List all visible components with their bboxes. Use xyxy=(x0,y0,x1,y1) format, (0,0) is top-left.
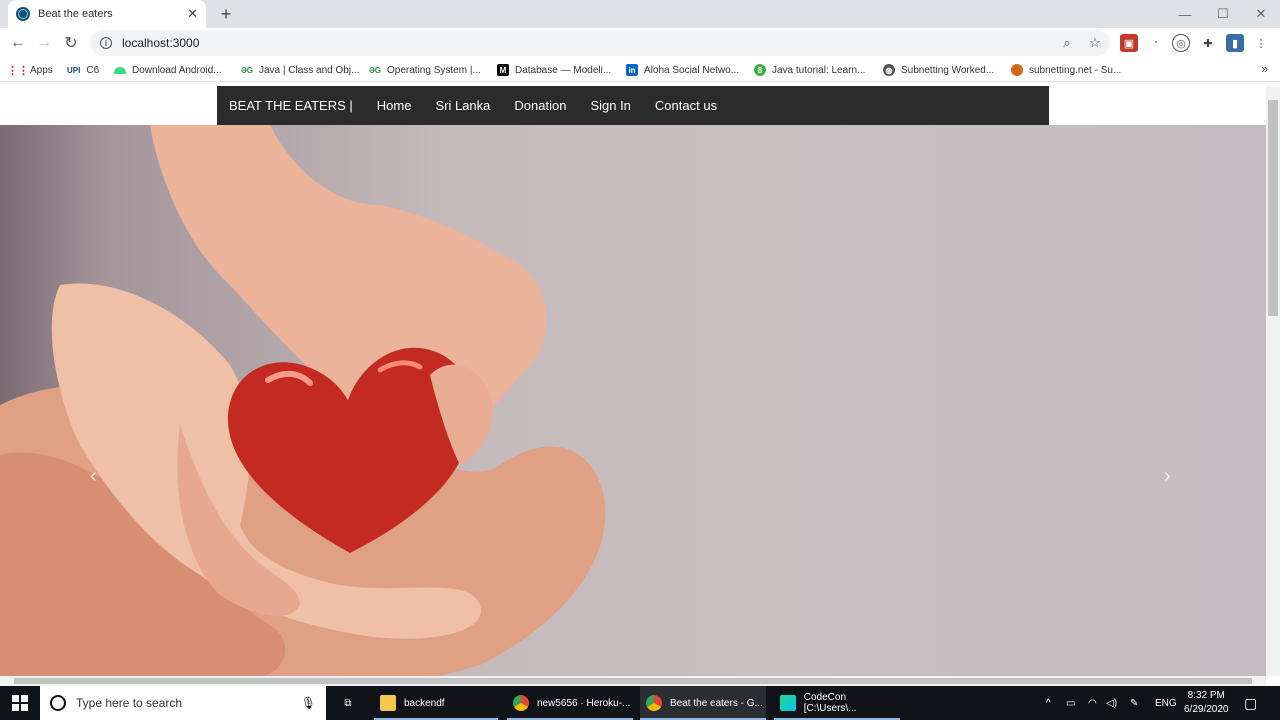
task-view-icon[interactable]: ⧉ xyxy=(336,686,360,720)
reload-button[interactable]: ↻ xyxy=(59,31,83,55)
nav-home[interactable]: Home xyxy=(377,98,412,113)
volume-icon[interactable]: ◁) xyxy=(1106,686,1117,720)
microphone-icon[interactable]: 🎙 xyxy=(301,696,316,710)
address-bar[interactable]: i localhost:3000 ⌕ ☆ xyxy=(90,30,1110,56)
more-bookmarks-icon[interactable]: » xyxy=(1261,62,1268,76)
extension-gray-icon[interactable]: ◔ xyxy=(1146,34,1164,52)
site-brand[interactable]: BEAT THE EATERS | xyxy=(229,98,353,113)
tab-strip: Beat the eaters ✕ + — ☐ ✕ xyxy=(0,0,1280,28)
gfg-icon: ƏG xyxy=(240,65,254,75)
vertical-scrollbar[interactable] xyxy=(1266,86,1280,676)
react-favicon-icon xyxy=(16,7,30,21)
wifi-icon[interactable]: ◠ xyxy=(1088,686,1097,720)
nav-donation[interactable]: Donation xyxy=(514,98,566,113)
nav-contact-us[interactable]: Contact us xyxy=(655,98,717,113)
windows-taskbar: Type here to search 🎙 ⧉ backendf new5656… xyxy=(0,686,1280,720)
forward-button[interactable]: → xyxy=(32,31,56,55)
android-icon xyxy=(114,66,126,74)
maximize-button[interactable]: ☐ xyxy=(1204,0,1242,28)
taskbar-search[interactable]: Type here to search 🎙 xyxy=(40,686,326,720)
search-placeholder: Type here to search xyxy=(76,696,183,710)
bookmark-subnetting-worked[interactable]: ◍ Subnetting Worked... xyxy=(883,62,994,78)
task-beat-the-eaters[interactable]: Beat the eaters - G... xyxy=(640,686,766,720)
profile-icon[interactable]: ▮ xyxy=(1226,34,1244,52)
menu-icon[interactable]: ⋮ xyxy=(1252,34,1270,52)
bookmark-android[interactable]: Download Android... xyxy=(114,62,222,78)
task-backendf[interactable]: backendf xyxy=(374,686,498,720)
page-viewport: BEAT THE EATERS | Home Sri Lanka Donatio… xyxy=(0,86,1266,676)
extension-red-icon[interactable]: ▣ xyxy=(1120,34,1138,52)
folder-icon xyxy=(380,695,396,711)
url-text: localhost:3000 xyxy=(122,36,200,50)
hands-heart-image xyxy=(0,125,606,676)
tray-chevron-icon[interactable]: ^ xyxy=(1046,686,1051,720)
extension-circle-icon[interactable]: ◎ xyxy=(1172,34,1190,52)
bookmark-aloha[interactable]: in Aloha Social Netwo... xyxy=(626,62,739,78)
bookmark-apps[interactable]: ⋮⋮ Apps xyxy=(7,62,53,78)
task-heroku[interactable]: new5656 · Heroku-... xyxy=(507,686,633,720)
info-icon[interactable]: i xyxy=(100,37,112,49)
back-button[interactable]: ← xyxy=(6,31,30,55)
gfg-icon: ƏG xyxy=(368,65,382,75)
pen-icon[interactable]: ✎ xyxy=(1130,686,1138,720)
hero-carousel: ‹ › xyxy=(0,125,1266,676)
browser-toolbar: ← → ↻ i localhost:3000 ⌕ ☆ ▣ ◔ ◎ ✚ ▮ ⋮ xyxy=(0,28,1280,58)
language-indicator[interactable]: ENG xyxy=(1155,686,1177,720)
bookmark-os[interactable]: ƏG Operating System |... xyxy=(369,62,481,78)
scrollbar-thumb[interactable] xyxy=(1268,100,1278,316)
windows-logo-icon xyxy=(12,695,28,711)
new-tab-button[interactable]: + xyxy=(214,2,238,26)
tab-title: Beat the eaters xyxy=(38,8,113,20)
linkedin-icon: in xyxy=(626,64,638,76)
clock-time: 8:32 PM xyxy=(1187,690,1225,701)
hscrollbar-thumb[interactable] xyxy=(14,678,1252,684)
bookmark-star-icon[interactable]: ☆ xyxy=(1084,30,1106,56)
site-navbar: BEAT THE EATERS | Home Sri Lanka Donatio… xyxy=(217,86,1049,125)
bookmark-c6[interactable]: UPI C6 xyxy=(67,62,99,78)
globe-green-icon: 8 xyxy=(754,64,766,76)
carousel-next-icon[interactable]: › xyxy=(1164,465,1171,488)
upi-icon: UPI xyxy=(67,65,81,75)
notifications-icon[interactable]: ▢ xyxy=(1244,686,1257,720)
battery-icon[interactable]: ▭ xyxy=(1066,686,1075,720)
horizontal-scrollbar[interactable] xyxy=(0,676,1266,686)
apps-grid-icon: ⋮⋮ xyxy=(7,64,29,77)
ball-icon xyxy=(1011,64,1023,76)
start-button[interactable] xyxy=(0,686,40,720)
task-codecon[interactable]: CodeCon [C:\Users\... xyxy=(774,686,900,720)
nav-sri-lanka[interactable]: Sri Lanka xyxy=(435,98,490,113)
cortana-icon xyxy=(50,695,66,711)
close-window-button[interactable]: ✕ xyxy=(1242,0,1280,28)
webstorm-icon xyxy=(780,695,796,711)
globe-icon: ◍ xyxy=(883,64,895,76)
bookmark-java-tutorial[interactable]: 8 Java tutorial: Learn... xyxy=(754,62,865,78)
close-tab-icon[interactable]: ✕ xyxy=(187,6,198,22)
medium-icon: M xyxy=(497,64,509,76)
extensions-puzzle-icon[interactable]: ✚ xyxy=(1199,34,1217,52)
zoom-icon[interactable]: ⌕ xyxy=(1056,30,1078,56)
minimize-button[interactable]: — xyxy=(1166,0,1204,28)
clock-date: 6/29/2020 xyxy=(1184,704,1229,715)
bookmark-java-class[interactable]: ƏG Java | Class and Obj... xyxy=(241,62,359,78)
bookmark-subnetting-net[interactable]: subnetting.net - Su... xyxy=(1011,62,1121,78)
clock[interactable]: 8:32 PM 6/29/2020 xyxy=(1184,686,1229,720)
chrome-icon xyxy=(646,695,662,711)
carousel-prev-icon[interactable]: ‹ xyxy=(90,465,97,488)
bookmarks-bar: ⋮⋮ Apps UPI C6 Download Android... ƏG Ja… xyxy=(0,58,1280,82)
chrome-icon xyxy=(513,695,529,711)
nav-sign-in[interactable]: Sign In xyxy=(590,98,630,113)
bookmark-database[interactable]: M Database — Modeli... xyxy=(497,62,611,78)
browser-tab[interactable]: Beat the eaters ✕ xyxy=(8,0,206,28)
